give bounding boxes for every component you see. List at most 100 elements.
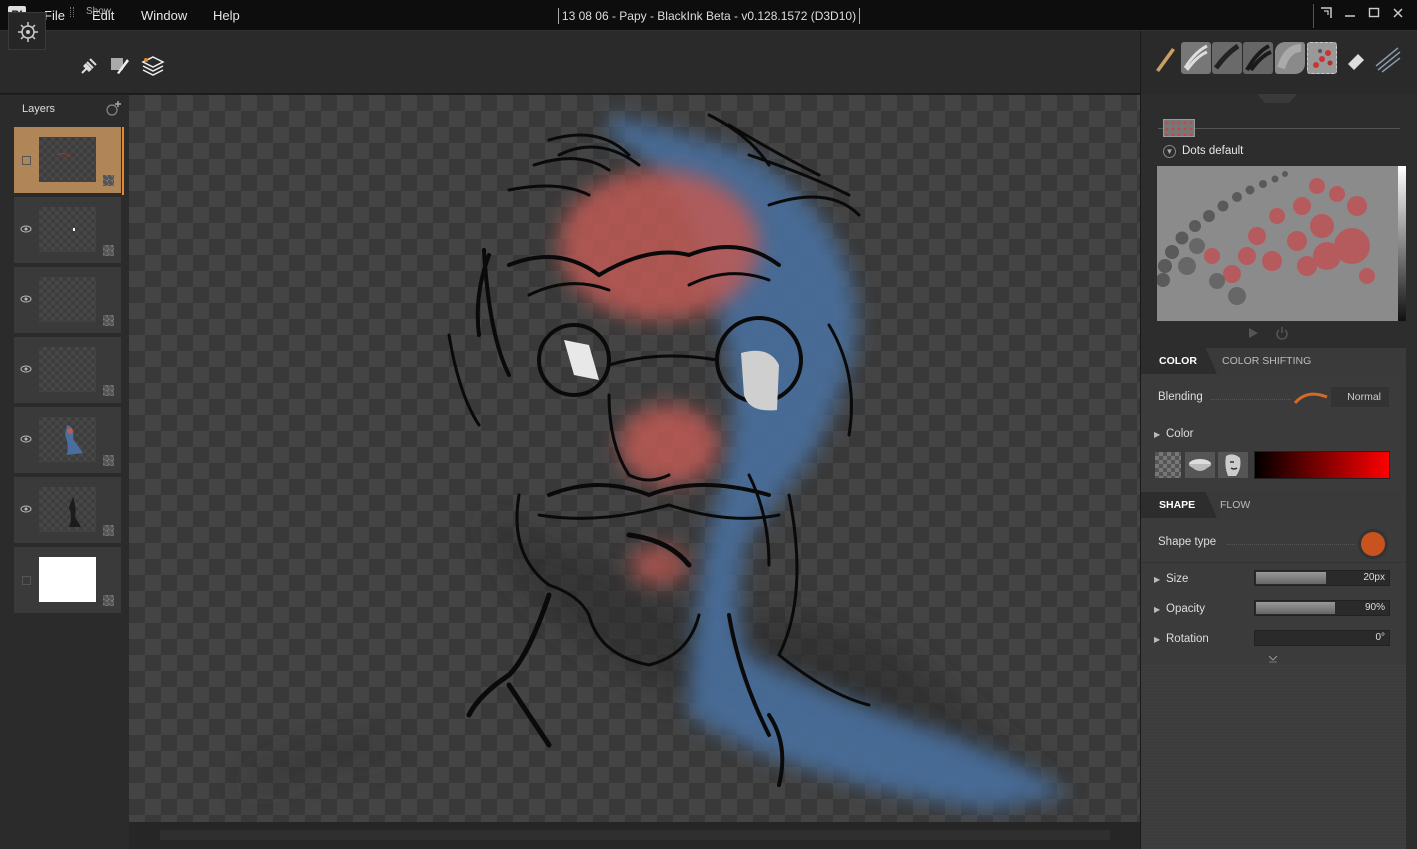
expand-more-icon[interactable] (1266, 653, 1280, 663)
rotation-label: Rotation (1166, 633, 1209, 645)
preview-pressure-bar[interactable] (1398, 166, 1406, 321)
layer-item[interactable] (14, 127, 121, 195)
layer-item[interactable] (14, 477, 121, 545)
color-expand-icon[interactable]: ▶ (1154, 430, 1160, 439)
pen-brush-icon[interactable] (1150, 42, 1180, 74)
layer-item[interactable] (14, 407, 121, 475)
row-divider (1227, 544, 1355, 545)
size-label: Size (1166, 573, 1189, 585)
layer-mask-icon[interactable] (103, 175, 114, 186)
layer-thumbnail (39, 557, 96, 602)
tab-flow[interactable]: FLOW (1220, 492, 1250, 518)
opacity-expand-icon[interactable]: ▶ (1154, 605, 1160, 614)
layer-thumbnail (39, 277, 96, 322)
blending-curve-icon[interactable] (1293, 387, 1329, 407)
layers-stack-icon[interactable] (141, 54, 165, 76)
size-slider[interactable]: 20px (1254, 570, 1390, 586)
plug-icon[interactable] (78, 55, 100, 77)
layer-thumbnail (39, 137, 96, 182)
power-icon[interactable] (1275, 326, 1289, 340)
color-label[interactable]: Color (1166, 428, 1193, 440)
chalk-brush-icon[interactable] (1181, 42, 1211, 74)
settings-wheel-button[interactable] (8, 12, 46, 50)
window-title: 13 08 06 - Papy - BlackInk Beta - v0.128… (558, 8, 860, 24)
layer-item[interactable] (14, 197, 121, 265)
eye-icon[interactable] (20, 364, 32, 374)
layer-mask-icon[interactable] (103, 315, 114, 326)
layer-thumbnail (39, 207, 96, 252)
layer-item[interactable] (14, 267, 121, 335)
show-label: Show (86, 6, 112, 17)
eye-icon[interactable] (20, 504, 32, 514)
preset-name: Dots default (1182, 145, 1244, 157)
layer-visibility-toggle[interactable] (22, 576, 31, 585)
shape-tabbar: SHAPE FLOW (1141, 492, 1406, 518)
color-bowl-icon[interactable] (1185, 452, 1215, 478)
layer-item[interactable] (14, 547, 121, 615)
layer-thumbnail (39, 487, 96, 532)
rotation-slider[interactable]: 0° (1254, 630, 1390, 646)
menu-window[interactable]: Window (141, 8, 187, 23)
opacity-slider-fill (1256, 602, 1335, 614)
drawing-canvas[interactable] (129, 95, 1140, 822)
minimize-button[interactable] (1340, 6, 1360, 24)
eraser-brush-icon[interactable] (1340, 42, 1370, 74)
scrollbar-thumb[interactable] (160, 830, 1110, 840)
dock-icon[interactable] (1316, 6, 1336, 24)
row-divider (1211, 399, 1291, 400)
blending-label: Blending (1158, 391, 1203, 403)
add-layer-icon[interactable] (104, 100, 122, 116)
size-value: 20px (1363, 572, 1385, 583)
settings-wheel-icon (18, 22, 38, 42)
panel-empty-area (1141, 665, 1406, 849)
size-expand-icon[interactable]: ▶ (1154, 575, 1160, 584)
opacity-label: Opacity (1166, 603, 1205, 615)
sponge-brush-icon[interactable] (1275, 42, 1305, 74)
tab-shape[interactable]: SHAPE (1141, 492, 1217, 518)
color-section: Blending Normal ▶ Color (1141, 374, 1406, 492)
layer-thumbnail (39, 347, 96, 392)
layer-mask-icon[interactable] (103, 595, 114, 606)
color-swatch-grid-icon[interactable] (1155, 452, 1181, 478)
shape-type-button[interactable] (1361, 532, 1385, 556)
selected-layer-marker (122, 127, 124, 195)
brush-layers-icon[interactable] (109, 55, 131, 77)
opacity-value: 90% (1364, 602, 1385, 613)
hatch-brush-icon[interactable] (1372, 42, 1402, 74)
toolbar-grip[interactable] (70, 7, 74, 17)
ink-brush-icon[interactable] (1212, 42, 1242, 74)
layers-title: Layers (22, 103, 56, 115)
color-gradient-picker[interactable] (1254, 451, 1390, 479)
sketch-artwork (245, 113, 1069, 810)
color-tabbar: COLOR COLOR SHIFTING (1141, 348, 1406, 374)
rotation-expand-icon[interactable]: ▶ (1154, 635, 1160, 644)
opacity-slider[interactable]: 90% (1254, 600, 1390, 616)
layer-mask-icon[interactable] (103, 385, 114, 396)
layer-visibility-toggle[interactable] (22, 156, 31, 165)
layer-mask-icon[interactable] (103, 245, 114, 256)
eye-icon[interactable] (20, 294, 32, 304)
row-divider (1141, 562, 1406, 563)
rotation-value: 0° (1375, 632, 1385, 643)
tab-color[interactable]: COLOR (1141, 348, 1217, 374)
brush-stroke-preview (1157, 166, 1398, 321)
layer-mask-icon[interactable] (103, 455, 114, 466)
play-icon[interactable] (1247, 327, 1259, 339)
preset-slider-thumb[interactable] (1163, 119, 1195, 137)
shape-type-label: Shape type (1158, 536, 1217, 548)
eye-icon[interactable] (20, 224, 32, 234)
blending-mode-select[interactable]: Normal (1331, 387, 1389, 407)
eye-icon[interactable] (20, 434, 32, 444)
layer-mask-icon[interactable] (103, 525, 114, 536)
menu-help[interactable]: Help (213, 8, 240, 23)
layer-item[interactable] (14, 337, 121, 405)
close-button[interactable] (1388, 6, 1408, 24)
maximize-button[interactable] (1364, 6, 1384, 24)
menu-file[interactable]: File (44, 8, 65, 23)
title-separator (1313, 4, 1314, 28)
tab-color-shifting[interactable]: COLOR SHIFTING (1222, 348, 1311, 374)
color-portrait-icon[interactable] (1218, 452, 1248, 478)
dark-brush-icon[interactable] (1243, 42, 1273, 74)
preset-dropdown-icon[interactable]: ▼ (1163, 145, 1176, 158)
dots-brush-icon[interactable] (1307, 42, 1337, 74)
